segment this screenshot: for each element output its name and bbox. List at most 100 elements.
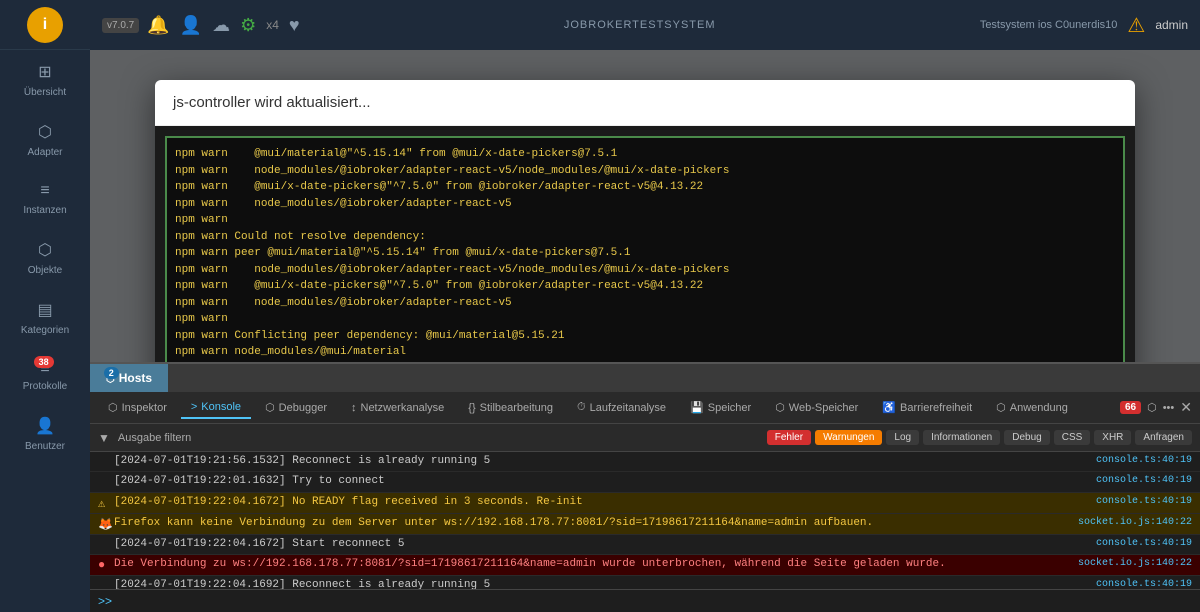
error-count-badge: 66 xyxy=(1120,401,1141,414)
hosts-tab[interactable]: ⬡ 2 Hosts xyxy=(90,364,168,392)
sidebar-item-label: Übersicht xyxy=(24,87,66,98)
sidebar-item-label: Protokolle xyxy=(23,381,67,392)
sidebar-item-label: Benutzer xyxy=(25,441,65,452)
console-source[interactable]: console.ts:40:19 xyxy=(1096,578,1192,589)
log-line-8: npm warn @mui/x-date-pickers@"^7.5.0" fr… xyxy=(175,280,703,292)
filter-fehler[interactable]: Fehler xyxy=(767,430,811,445)
console-source[interactable]: console.ts:40:19 xyxy=(1096,537,1192,549)
tab-laufzeitanalyse[interactable]: ⏱ Laufzeitanalyse xyxy=(567,397,676,418)
tab-netzwerkanalyse[interactable]: ↕ Netzwerkanalyse xyxy=(341,398,454,418)
tab-anwendung[interactable]: ⬡ Anwendung xyxy=(986,397,1078,418)
sidebar-item-label: Kategorien xyxy=(21,325,69,336)
x4-badge: x4 xyxy=(266,18,279,32)
sidebar-item-protokolle[interactable]: ≡ 38 Protokolle xyxy=(0,348,90,404)
tab-inspektor[interactable]: ⬡ Inspektor xyxy=(98,397,177,418)
console-input[interactable] xyxy=(118,595,1192,608)
console-source[interactable]: console.ts:40:19 xyxy=(1096,474,1192,486)
error-icon: ● xyxy=(98,557,114,572)
console-text: [2024-07-01T19:22:04.1672] No READY flag… xyxy=(114,495,1088,510)
console-source[interactable]: console.ts:40:19 xyxy=(1096,495,1192,507)
person-icon[interactable]: 👤 xyxy=(180,15,202,36)
filter-icon: ▼ xyxy=(98,431,110,445)
console-source[interactable]: socket.io.js:140:22 xyxy=(1078,516,1192,528)
top-bar-right: Testsystem ios C0unerdis10 ⚠ admin xyxy=(980,13,1188,38)
sidebar-items: ⊞ Übersicht ⬡ Adapter ≡ Instanzen ⬡ Obje… xyxy=(0,50,90,612)
console-input-row: >> xyxy=(90,589,1200,612)
main-content: v7.0.7 🔔 👤 ☁ ⚙ x4 ♥ JOBROKERTESTSYSTEM T… xyxy=(90,0,1200,612)
sidebar-item-adapter[interactable]: ⬡ Adapter xyxy=(0,110,90,170)
console-row-firefox: 🦊 Firefox kann keine Verbindung zu dem S… xyxy=(90,514,1200,535)
cloud-icon[interactable]: ☁ xyxy=(212,15,230,36)
sidebar-logo: i xyxy=(0,0,90,50)
log-line-1: npm warn node_modules/@iobroker/adapter-… xyxy=(175,165,730,177)
sidebar-item-label: Adapter xyxy=(27,147,62,158)
row-icon xyxy=(98,578,114,579)
console-row-warning: ⚠ [2024-07-01T19:22:04.1672] No READY fl… xyxy=(90,493,1200,514)
more-icon[interactable]: ••• xyxy=(1163,402,1175,414)
tab-debugger[interactable]: ⬡ Debugger xyxy=(255,397,337,418)
tab-web-speicher[interactable]: ⬡ Web-Speicher xyxy=(765,397,868,418)
firefox-icon: 🦊 xyxy=(98,516,114,532)
sidebar-item-benutzer[interactable]: 👤 Benutzer xyxy=(0,404,90,464)
uebersicht-icon: ⊞ xyxy=(38,62,51,82)
close-icon[interactable]: ✕ xyxy=(1180,399,1192,416)
console-row: [2024-07-01T19:21:56.1532] Reconnect is … xyxy=(90,452,1200,472)
sidebar-item-kategorien[interactable]: ▤ Kategorien xyxy=(0,288,90,348)
tab-speicher[interactable]: 💾 Speicher xyxy=(680,397,761,418)
log-line-0: npm warn @mui/material@"^5.15.14" from @… xyxy=(175,148,617,160)
log-line-7: npm warn node_modules/@iobroker/adapter-… xyxy=(175,264,730,276)
sidebar-item-objekte[interactable]: ⬡ Objekte xyxy=(0,228,90,288)
stil-icon: {} xyxy=(468,402,475,414)
protokolle-badge: 38 xyxy=(34,356,54,368)
top-bar-center: JOBROKERTESTSYSTEM xyxy=(308,19,972,31)
filter-label[interactable]: Ausgabe filtern xyxy=(118,432,191,444)
adapter-icon: ⬡ xyxy=(38,122,52,142)
devtools: ⬡ Inspektor > Konsole ⬡ Debugger ↕ Netzw… xyxy=(90,392,1200,612)
modal-body: npm warn @mui/material@"^5.15.14" from @… xyxy=(155,126,1135,362)
log-line-6: npm warn peer @mui/material@"^5.15.14" f… xyxy=(175,247,630,259)
admin-user: admin xyxy=(1155,18,1188,32)
console-source[interactable]: socket.io.js:140:22 xyxy=(1078,557,1192,569)
copy-icon[interactable]: ⬡ xyxy=(1147,401,1157,414)
system-name: JOBROKERTESTSYSTEM xyxy=(564,19,716,31)
filter-xhr[interactable]: XHR xyxy=(1094,430,1131,445)
devtools-filter-bar: ▼ Ausgabe filtern Fehler Warnungen Log I… xyxy=(90,424,1200,452)
filter-css[interactable]: CSS xyxy=(1054,430,1091,445)
bell-icon[interactable]: 🔔 xyxy=(147,15,169,36)
protokolle-badge-wrap: ≡ 38 xyxy=(40,360,49,378)
log-line-5: npm warn Could not resolve dependency: xyxy=(175,231,426,243)
test-system-label: Testsystem ios C0unerdis10 xyxy=(980,19,1118,31)
console-source[interactable]: console.ts:40:19 xyxy=(1096,454,1192,466)
sidebar-item-instanzen[interactable]: ≡ Instanzen xyxy=(0,170,90,228)
devtools-right: 66 ⬡ ••• ✕ xyxy=(1120,399,1192,416)
laufzeit-icon: ⏱ xyxy=(577,401,586,414)
health-icon[interactable]: ♥ xyxy=(289,15,300,36)
log-line-10: npm warn xyxy=(175,313,234,325)
console-row: [2024-07-01T19:22:01.1632] Try to connec… xyxy=(90,472,1200,492)
instanzen-icon: ≡ xyxy=(40,182,49,200)
filter-log[interactable]: Log xyxy=(886,430,919,445)
console-text: [2024-07-01T19:22:04.1672] Start reconne… xyxy=(114,537,1088,552)
log-line-4: npm warn xyxy=(175,214,234,226)
filter-warnungen[interactable]: Warnungen xyxy=(815,430,882,445)
tab-stilbearbeitung[interactable]: {} Stilbearbeitung xyxy=(458,398,563,418)
anwendung-icon: ⬡ xyxy=(996,401,1006,414)
content-area: js-controller wird aktualisiert... npm w… xyxy=(90,50,1200,362)
logo-icon: i xyxy=(27,7,63,43)
warning-icon: ⚠ xyxy=(1127,13,1145,38)
tab-konsole[interactable]: > Konsole xyxy=(181,397,251,419)
hosts-tab-label: Hosts xyxy=(119,371,152,385)
log-line-11: npm warn Conflicting peer dependency: @m… xyxy=(175,330,564,342)
console-prompt: >> xyxy=(98,594,112,608)
inspektor-icon: ⬡ xyxy=(108,401,118,414)
gear-icon[interactable]: ⚙ xyxy=(240,15,256,36)
filter-debug[interactable]: Debug xyxy=(1004,430,1049,445)
objekte-icon: ⬡ xyxy=(38,240,52,260)
speicher-icon: 💾 xyxy=(690,401,704,414)
console-text: [2024-07-01T19:22:01.1632] Try to connec… xyxy=(114,474,1088,489)
filter-anfragen[interactable]: Anfragen xyxy=(1135,430,1192,445)
benutzer-icon: 👤 xyxy=(35,416,55,436)
filter-informationen[interactable]: Informationen xyxy=(923,430,1000,445)
sidebar-item-uebersicht[interactable]: ⊞ Übersicht xyxy=(0,50,90,110)
tab-barrierefreiheit[interactable]: ♿ Barrierefreiheit xyxy=(872,397,982,418)
